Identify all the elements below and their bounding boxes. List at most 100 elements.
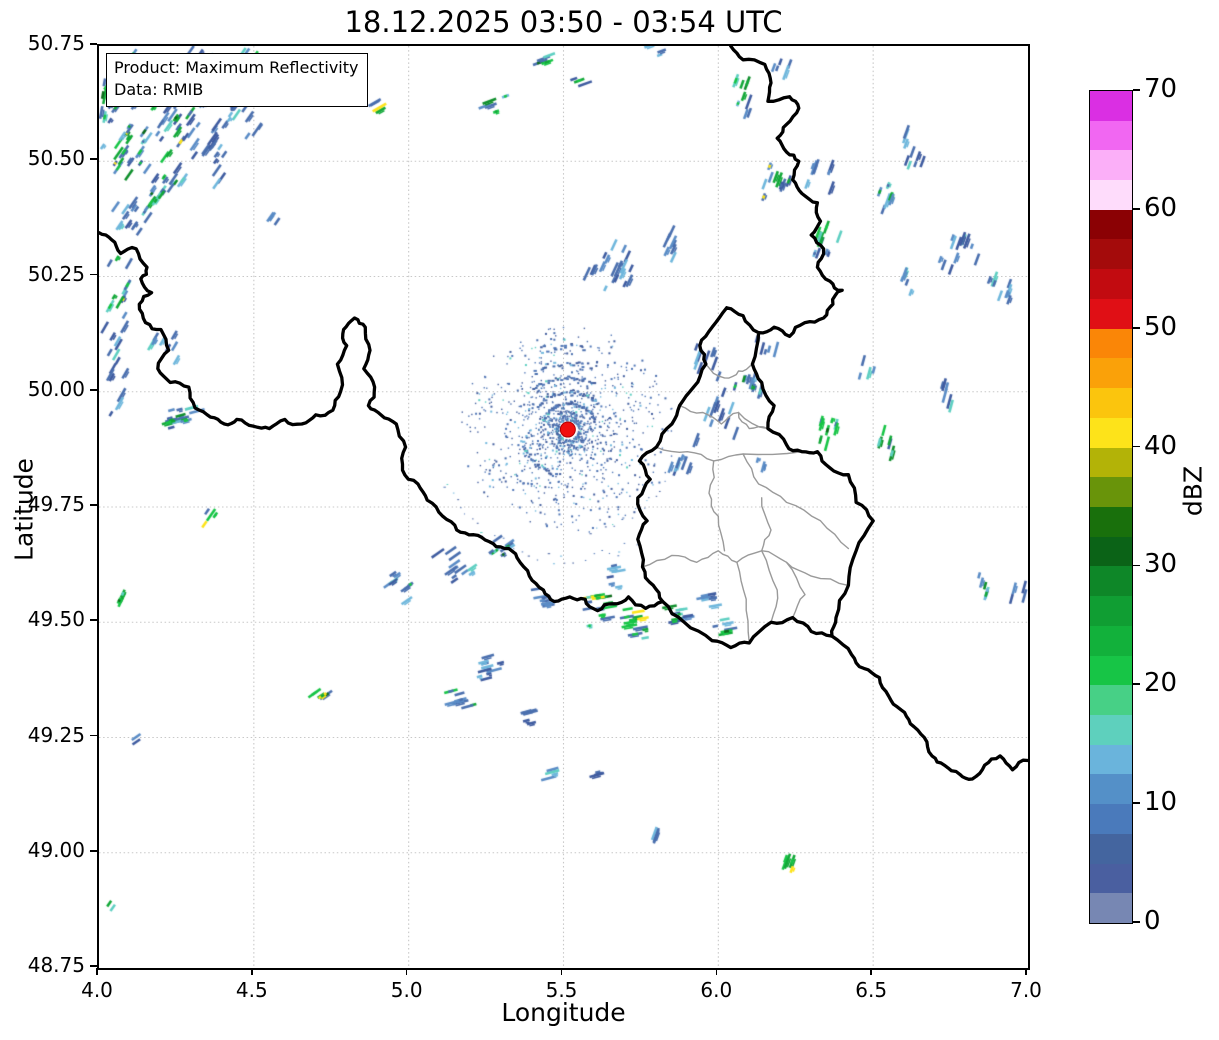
colorbar-segment	[1090, 804, 1132, 834]
y-tick-mark	[90, 388, 97, 391]
y-tick-mark	[90, 734, 97, 737]
x-tick-mark	[715, 968, 718, 975]
colorbar-tick-label: 70	[1144, 74, 1178, 104]
y-tick-label: 50.25	[27, 261, 85, 286]
x-axis-label: Longitude	[501, 998, 626, 1027]
y-tick-label: 48.75	[27, 953, 85, 977]
y-tick-label: 49.75	[27, 492, 85, 516]
y-tick-label: 50.75	[27, 31, 85, 55]
colorbar-tick-mark	[1133, 326, 1140, 329]
colorbar-segment	[1090, 596, 1132, 626]
product-info-box: Product: Maximum Reflectivity Data: RMIB	[106, 53, 369, 107]
colorbar-segment	[1090, 298, 1132, 329]
colorbar-tick-label: 50	[1144, 311, 1178, 342]
country-border	[636, 306, 875, 650]
colorbar-segment	[1090, 358, 1132, 389]
colorbar-segment	[1090, 477, 1132, 507]
y-tick-label: 50.50	[27, 146, 85, 171]
radar-location-marker	[559, 421, 576, 438]
y-tick-label: 50.00	[27, 376, 85, 401]
data-source-label: Data: RMIB	[114, 80, 204, 99]
colorbar-tick-mark	[1133, 921, 1140, 923]
colorbar-segment	[1090, 90, 1132, 121]
x-tick-label: 7.0	[1010, 978, 1042, 1002]
colorbar-segment	[1090, 239, 1132, 270]
region-border	[705, 363, 754, 379]
chart-title: 18.12.2025 03:50 - 03:54 UTC	[344, 5, 783, 39]
colorbar-tick-mark	[1133, 564, 1140, 567]
colorbar-tick-mark	[1133, 802, 1140, 804]
colorbar-segment	[1090, 833, 1132, 864]
x-tick-label: 4.0	[81, 978, 113, 1002]
region-border	[641, 550, 850, 587]
region-border	[708, 460, 719, 517]
radar-figure: 18.12.2025 03:50 - 03:54 UTC Product: Ma…	[0, 0, 1219, 1040]
colorbar-segment	[1090, 388, 1132, 418]
x-tick-mark	[870, 968, 872, 975]
country-border	[830, 634, 1028, 781]
x-tick-label: 6.5	[855, 978, 888, 1002]
colorbar-segment	[1090, 893, 1132, 923]
colorbar-segment	[1090, 150, 1132, 181]
x-tick-label: 5.5	[545, 978, 578, 1002]
x-tick-mark	[1025, 968, 1027, 975]
region-border	[737, 411, 769, 430]
colorbar-segment	[1090, 625, 1132, 656]
colorbar-tick-label: 10	[1144, 787, 1178, 818]
colorbar-segment	[1090, 209, 1132, 240]
country-border	[729, 46, 844, 339]
colorbar-segment	[1090, 506, 1132, 537]
x-tick-label: 6.0	[700, 978, 733, 1002]
x-tick-label: 5.0	[390, 978, 423, 1002]
colorbar-segment	[1090, 863, 1132, 894]
x-tick-mark	[251, 968, 253, 975]
colorbar-tick-label: 30	[1144, 549, 1178, 580]
region-border	[761, 550, 779, 623]
region-border	[785, 561, 806, 619]
colorbar-tick-label: 40	[1144, 430, 1178, 461]
colorbar-segment	[1090, 685, 1132, 715]
y-tick-mark	[90, 965, 97, 967]
region-border	[736, 561, 750, 644]
plot-area: Product: Maximum Reflectivity Data: RMIB	[97, 44, 1030, 970]
y-tick-label: 49.00	[27, 837, 85, 862]
colorbar-tick-mark	[1133, 208, 1140, 210]
colorbar-tick-mark	[1133, 683, 1140, 686]
y-tick-mark	[90, 619, 97, 622]
colorbar-segment	[1090, 744, 1132, 775]
product-label: Product: Maximum Reflectivity	[114, 58, 359, 77]
colorbar-segment	[1090, 774, 1132, 805]
x-tick-mark	[405, 968, 408, 975]
colorbar-segment	[1090, 328, 1132, 359]
colorbar-segment	[1090, 120, 1132, 151]
y-tick-mark	[90, 849, 97, 852]
map-border-layer	[99, 46, 1028, 781]
colorbar-segment	[1090, 655, 1132, 686]
colorbar-tick-label: 0	[1144, 906, 1161, 936]
colorbar-tick-mark	[1133, 445, 1140, 448]
colorbar-segment	[1090, 417, 1132, 448]
y-tick-label: 49.25	[27, 722, 85, 747]
y-tick-mark	[90, 43, 97, 45]
colorbar-segment	[1090, 536, 1132, 567]
region-border	[678, 404, 769, 430]
region-border	[761, 497, 772, 552]
colorbar-segment	[1090, 269, 1132, 299]
y-tick-mark	[90, 504, 97, 506]
colorbar-label: dBZ	[1178, 465, 1208, 517]
x-tick-mark	[560, 968, 563, 975]
y-tick-label: 49.50	[27, 607, 85, 632]
colorbar-tick-label: 60	[1144, 192, 1178, 223]
country-border	[99, 231, 665, 613]
x-tick-label: 4.5	[235, 978, 268, 1002]
y-tick-mark	[90, 273, 97, 276]
colorbar-segment	[1090, 447, 1132, 478]
colorbar-segment	[1090, 566, 1132, 597]
colorbar-segment	[1090, 180, 1132, 210]
x-tick-mark	[96, 968, 98, 975]
y-tick-mark	[90, 158, 97, 161]
region-border	[717, 515, 726, 552]
region-border	[655, 446, 803, 462]
colorbar	[1089, 90, 1133, 924]
colorbar-tick-mark	[1133, 89, 1140, 91]
